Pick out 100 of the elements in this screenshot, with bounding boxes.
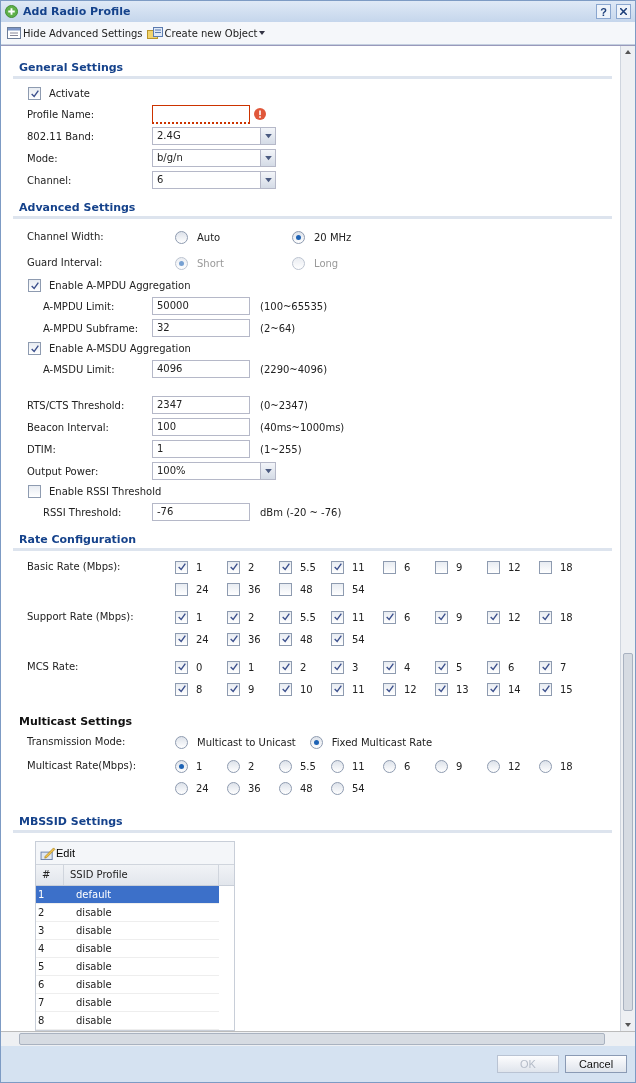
radio-button[interactable]	[227, 759, 240, 773]
checkbox[interactable]	[279, 660, 292, 674]
checkbox[interactable]	[383, 682, 396, 696]
checkbox[interactable]	[279, 560, 292, 574]
checkbox[interactable]	[539, 610, 552, 624]
checkbox[interactable]	[28, 485, 41, 498]
checkbox[interactable]	[331, 560, 344, 574]
radio-button[interactable]	[175, 781, 188, 795]
text-field[interactable]: 100	[152, 418, 250, 436]
table-row[interactable]: 6 disable	[36, 976, 219, 994]
radio-button[interactable]	[383, 759, 396, 773]
close-button[interactable]	[616, 4, 631, 19]
dialog-button[interactable]: Cancel	[565, 1055, 627, 1073]
dropdown[interactable]: 2.4G	[152, 127, 276, 145]
checkbox[interactable]	[227, 660, 240, 674]
checkbox[interactable]	[279, 682, 292, 696]
checkbox[interactable]	[28, 279, 41, 292]
checkbox[interactable]	[175, 582, 188, 596]
scroll-down-icon[interactable]	[625, 1023, 631, 1027]
edit-button[interactable]: Edit	[40, 846, 75, 860]
checkbox[interactable]	[175, 560, 188, 574]
checkbox[interactable]	[175, 632, 188, 646]
checkbox[interactable]	[487, 560, 500, 574]
checkbox[interactable]	[435, 560, 448, 574]
option-label: 54	[352, 782, 365, 794]
table-row[interactable]: 7 disable	[36, 994, 219, 1012]
radio-button[interactable]	[279, 781, 292, 795]
radio-button[interactable]	[309, 735, 323, 749]
checkbox[interactable]	[28, 87, 41, 100]
dropdown[interactable]: 6	[152, 171, 276, 189]
text-field[interactable]: 1	[152, 440, 250, 458]
checkbox[interactable]	[28, 342, 41, 355]
radio-button[interactable]	[175, 735, 188, 749]
radio-button[interactable]	[435, 759, 448, 773]
checkbox[interactable]	[383, 660, 396, 674]
table-row[interactable]: 1 default	[36, 886, 219, 904]
checkbox[interactable]	[227, 560, 240, 574]
checkbox[interactable]	[487, 660, 500, 674]
option-label: 12	[404, 683, 417, 695]
text-field[interactable]: -76	[152, 503, 250, 521]
table-row[interactable]: 2 disable	[36, 904, 219, 922]
radio-button[interactable]	[175, 230, 188, 244]
radio-button[interactable]	[279, 759, 292, 773]
text-field[interactable]: 2347	[152, 396, 250, 414]
checkbox[interactable]	[227, 610, 240, 624]
table-row[interactable]: 5 disable	[36, 958, 219, 976]
radio-button[interactable]	[331, 781, 344, 795]
checkbox[interactable]	[331, 610, 344, 624]
checkbox[interactable]	[279, 632, 292, 646]
checkbox[interactable]	[227, 682, 240, 696]
checkbox[interactable]	[227, 632, 240, 646]
radio-button[interactable]	[331, 759, 344, 773]
column-header[interactable]: SSID Profile	[64, 865, 219, 885]
table-row[interactable]: 4 disable	[36, 940, 219, 958]
checkbox[interactable]	[383, 610, 396, 624]
scrollbar[interactable]	[620, 46, 635, 1031]
dropdown[interactable]: 100%	[152, 462, 276, 480]
checkbox[interactable]	[331, 660, 344, 674]
toolbar-button[interactable]: Hide Advanced Settings	[7, 27, 143, 39]
checkbox[interactable]	[227, 582, 240, 596]
checkbox[interactable]	[175, 682, 188, 696]
checkbox[interactable]	[539, 682, 552, 696]
radio-button[interactable]	[539, 759, 552, 773]
checkbox[interactable]	[175, 610, 188, 624]
radio-button[interactable]	[487, 759, 500, 773]
checkbox[interactable]	[435, 660, 448, 674]
radio-button[interactable]	[292, 230, 305, 244]
checkbox[interactable]	[487, 610, 500, 624]
text-field[interactable]: 32	[152, 319, 250, 337]
checkbox[interactable]	[331, 582, 344, 596]
field-label: Transmission Mode:	[27, 735, 127, 749]
checkbox[interactable]	[331, 632, 344, 646]
checkbox[interactable]	[383, 560, 396, 574]
checkbox[interactable]	[487, 682, 500, 696]
checkbox[interactable]	[279, 610, 292, 624]
scrollbar[interactable]	[1, 1031, 635, 1046]
dropdown[interactable]: b/g/n	[152, 149, 276, 167]
scroll-up-icon[interactable]	[625, 50, 631, 54]
checkbox[interactable]	[539, 660, 552, 674]
scroll-thumb[interactable]	[623, 653, 633, 1011]
checkbox[interactable]	[435, 610, 448, 624]
checkbox[interactable]	[331, 682, 344, 696]
checkbox[interactable]	[435, 682, 448, 696]
checkbox[interactable]	[539, 560, 552, 574]
table-row[interactable]: 3 disable	[36, 922, 219, 940]
range-hint: (40ms~1000ms)	[260, 421, 345, 433]
option-label: 15	[560, 683, 573, 695]
radio-button[interactable]	[227, 781, 240, 795]
checkbox[interactable]	[175, 660, 188, 674]
table-cell-text: disable	[75, 978, 113, 992]
scroll-thumb[interactable]	[19, 1033, 605, 1045]
column-header[interactable]: #	[36, 865, 64, 885]
text-field[interactable]	[152, 104, 250, 124]
text-field[interactable]: 50000	[152, 297, 250, 315]
table-row[interactable]: 8 disable	[36, 1012, 219, 1030]
help-button[interactable]: ?	[596, 4, 611, 19]
radio-button[interactable]	[175, 759, 188, 773]
checkbox[interactable]	[279, 582, 292, 596]
text-field[interactable]: 4096	[152, 360, 250, 378]
toolbar-button[interactable]: Create new Object	[146, 27, 266, 39]
